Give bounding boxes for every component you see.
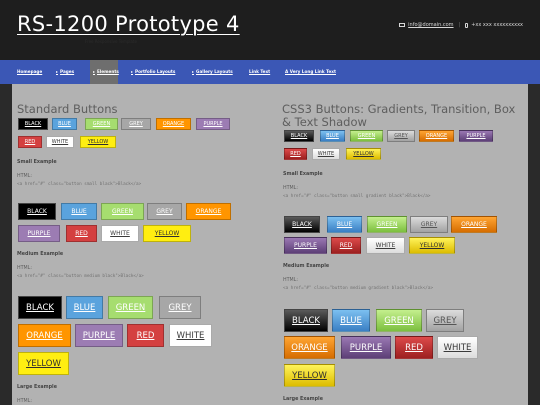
html-label: HTML: — [17, 266, 32, 271]
white-button[interactable]: WHITE — [101, 225, 139, 242]
purple-button[interactable]: PURPLE — [18, 225, 60, 242]
chevron-right-icon: ▸ — [56, 69, 59, 74]
code-snippet: <a href="#" class="button small black">B… — [17, 182, 142, 187]
chevron-right-icon: ▸ — [192, 69, 195, 74]
yellow-button[interactable]: YELLOW — [143, 225, 191, 242]
medium-example-heading: Medium Example — [283, 264, 330, 269]
grey-gradient-button[interactable]: GREY — [426, 309, 464, 332]
red-button[interactable]: RED — [66, 225, 97, 242]
phone-number: +xx xxx xxxxxxxxxx — [471, 22, 523, 28]
black-button[interactable]: BLACK — [18, 296, 62, 319]
html-label: HTML: — [283, 278, 298, 283]
green-gradient-button[interactable]: GREEN — [350, 130, 383, 142]
site-header: RS-1200 Prototype 4 Free Responsive Temp… — [0, 0, 540, 60]
code-snippet: <a href="#" class="button medium black">… — [17, 274, 144, 279]
green-button[interactable]: GREEN — [85, 118, 118, 130]
green-gradient-button[interactable]: GREEN — [376, 309, 422, 332]
content-area: Standard Buttons BLACK BLUE GREEN GREY O… — [12, 84, 528, 405]
black-gradient-button[interactable]: BLACK — [284, 216, 320, 233]
red-gradient-button[interactable]: RED — [331, 237, 361, 254]
site-title[interactable]: RS-1200 Prototype 4 — [17, 12, 240, 36]
grey-button[interactable]: GREY — [147, 203, 182, 220]
red-button[interactable]: RED — [18, 136, 42, 148]
orange-button[interactable]: ORANGE — [186, 203, 231, 220]
red-gradient-button[interactable]: RED — [395, 336, 433, 359]
css3-buttons-heading: CSS3 Buttons: Gradients, Transition, Box… — [282, 102, 516, 129]
phone-icon — [465, 22, 469, 28]
large-example-heading: Large Example — [17, 385, 57, 390]
small-example-heading: Small Example — [17, 160, 57, 165]
purple-gradient-button[interactable]: PURPLE — [341, 336, 391, 359]
blue-gradient-button[interactable]: BLUE — [332, 309, 370, 332]
code-snippet: <a href="#" class="button medium gradien… — [283, 286, 434, 291]
nav-item-portfolio-layouts[interactable]: ▸ Portfolio Layouts — [131, 60, 175, 84]
black-button[interactable]: BLACK — [18, 118, 48, 130]
yellow-button[interactable]: YELLOW — [80, 136, 116, 148]
yellow-gradient-button[interactable]: YELLOW — [346, 148, 381, 160]
nav-item-homepage[interactable]: Homepage — [17, 60, 42, 84]
purple-button[interactable]: PURPLE — [196, 118, 230, 130]
small-example-heading: Small Example — [283, 172, 323, 177]
white-gradient-button[interactable]: WHITE — [366, 237, 405, 254]
blue-button[interactable]: BLUE — [66, 296, 103, 319]
blue-gradient-button[interactable]: BLUE — [320, 130, 345, 142]
main-nav: Homepage ▸ Pages ▸ Elements ▸ Portfolio Lay… — [0, 60, 540, 84]
purple-button[interactable]: PURPLE — [75, 324, 123, 347]
black-gradient-button[interactable]: BLACK — [284, 130, 314, 142]
nav-item-long-link-text[interactable]: A Very Long Link Text — [285, 60, 336, 84]
nav-item-link-text[interactable]: Link Text — [249, 60, 270, 84]
blue-gradient-button[interactable]: BLUE — [327, 216, 362, 233]
green-gradient-button[interactable]: GREEN — [367, 216, 407, 233]
email-link[interactable]: info@domain.com — [408, 22, 453, 28]
nav-item-elements[interactable]: ▸ Elements — [90, 60, 119, 84]
yellow-button[interactable]: YELLOW — [18, 352, 69, 375]
html-label: HTML: — [283, 186, 298, 191]
grey-gradient-button[interactable]: GREY — [387, 130, 415, 142]
orange-button[interactable]: ORANGE — [156, 118, 191, 130]
contact-info: info@domain.com | +xx xxx xxxxxxxxxx — [399, 22, 523, 28]
standard-buttons-heading: Standard Buttons — [17, 102, 118, 116]
orange-button[interactable]: ORANGE — [18, 324, 71, 347]
white-button[interactable]: WHITE — [46, 136, 74, 148]
orange-gradient-button[interactable]: ORANGE — [451, 216, 497, 233]
yellow-gradient-button[interactable]: YELLOW — [409, 237, 455, 254]
chevron-right-icon: ▸ — [131, 69, 134, 74]
white-gradient-button[interactable]: WHITE — [312, 148, 340, 160]
red-button[interactable]: RED — [127, 324, 164, 347]
black-button[interactable]: BLACK — [18, 203, 56, 220]
chevron-right-icon: ▸ — [93, 69, 96, 74]
purple-gradient-button[interactable]: PURPLE — [459, 130, 493, 142]
contact-separator: | — [458, 22, 461, 28]
nav-item-pages[interactable]: ▸ Pages — [56, 60, 74, 84]
black-gradient-button[interactable]: BLACK — [284, 309, 328, 332]
html-label: HTML: — [17, 174, 32, 179]
site-tagline: Free Responsive Template — [85, 39, 137, 44]
html-label: HTML: — [17, 399, 32, 404]
grey-gradient-button[interactable]: GREY — [410, 216, 448, 233]
mail-icon — [399, 23, 406, 27]
medium-example-heading: Medium Example — [17, 252, 64, 257]
grey-button[interactable]: GREY — [121, 118, 151, 130]
green-button[interactable]: GREEN — [108, 296, 153, 319]
orange-gradient-button[interactable]: ORANGE — [419, 130, 454, 142]
grey-button[interactable]: GREY — [159, 296, 201, 319]
orange-gradient-button[interactable]: ORANGE — [284, 336, 335, 359]
blue-button[interactable]: BLUE — [61, 203, 97, 220]
yellow-gradient-button[interactable]: YELLOW — [284, 364, 335, 387]
purple-gradient-button[interactable]: PURPLE — [284, 237, 327, 254]
green-button[interactable]: GREEN — [101, 203, 144, 220]
white-button[interactable]: WHITE — [169, 324, 212, 347]
white-gradient-button[interactable]: WHITE — [437, 336, 478, 359]
code-snippet: <a href="#" class="button small gradient… — [283, 194, 431, 199]
blue-button[interactable]: BLUE — [52, 118, 77, 130]
red-gradient-button[interactable]: RED — [284, 148, 307, 160]
large-example-heading: Large Example — [283, 397, 323, 402]
nav-item-gallery-layouts[interactable]: ▸ Gallery Layouts — [192, 60, 233, 84]
